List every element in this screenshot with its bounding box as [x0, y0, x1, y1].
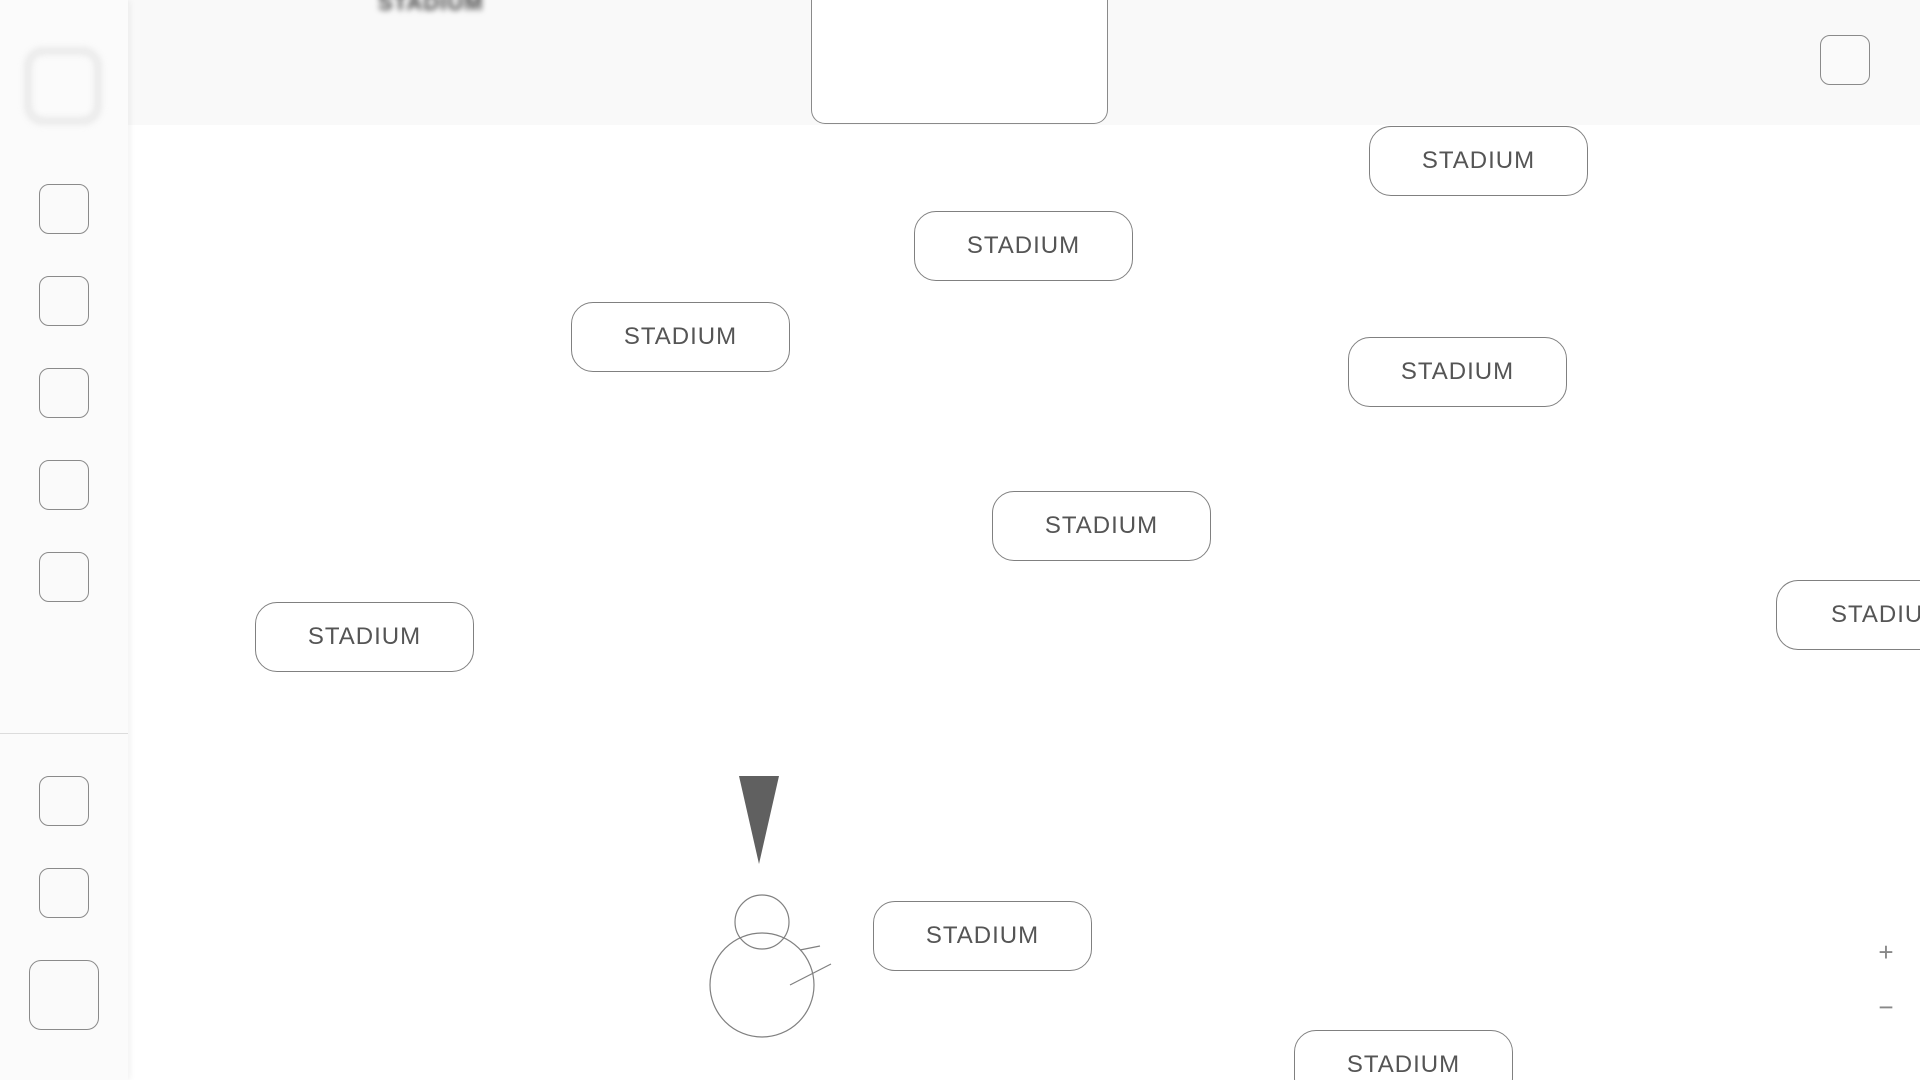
sidebar-top-button[interactable] — [27, 50, 99, 122]
direction-cone-icon — [739, 776, 779, 864]
sidebar-button-1[interactable] — [39, 184, 89, 234]
map-marker-stadium[interactable]: STADIUM — [1294, 1030, 1513, 1080]
map-marker-stadium[interactable]: STADIU — [1776, 580, 1920, 650]
map-marker-stadium[interactable]: STADIUM — [992, 491, 1211, 561]
sidebar-button-6[interactable] — [39, 776, 89, 826]
sidebar-divider — [0, 733, 128, 734]
map-canvas[interactable]: STADIUM STADIUM STADIUM STADIUM STADIUM … — [0, 0, 1920, 1080]
sidebar-button-2[interactable] — [39, 276, 89, 326]
sidebar-button-5[interactable] — [39, 552, 89, 602]
map-marker-stadium[interactable]: STADIUM — [255, 602, 474, 672]
sidebar-button-7[interactable] — [39, 868, 89, 918]
map-marker-stadium[interactable]: STADIUM — [914, 211, 1133, 281]
menu-button[interactable] — [1820, 35, 1870, 85]
zoom-out-button[interactable]: − — [1866, 987, 1906, 1027]
map-marker-stadium[interactable]: STADIUM — [571, 302, 790, 372]
zoom-in-button[interactable]: + — [1866, 932, 1906, 972]
sidebar-button-3[interactable] — [39, 368, 89, 418]
map-marker-stadium[interactable]: STADIUM — [1348, 337, 1567, 407]
top-center-panel[interactable] — [811, 0, 1108, 124]
left-sidebar — [0, 0, 128, 1080]
sidebar-button-4[interactable] — [39, 460, 89, 510]
app-root: STADIUM STADIUM STADIUM STADIUM STADIUM … — [0, 0, 1920, 1080]
sidebar-button-8[interactable] — [29, 960, 99, 1030]
top-bar-title: STADIUM — [378, 0, 484, 15]
map-marker-stadium[interactable]: STADIUM — [873, 901, 1092, 971]
top-bar: STADIUM — [0, 0, 1920, 125]
player-avatar-icon — [709, 776, 832, 1038]
map-marker-stadium[interactable]: STADIUM — [1369, 126, 1588, 196]
